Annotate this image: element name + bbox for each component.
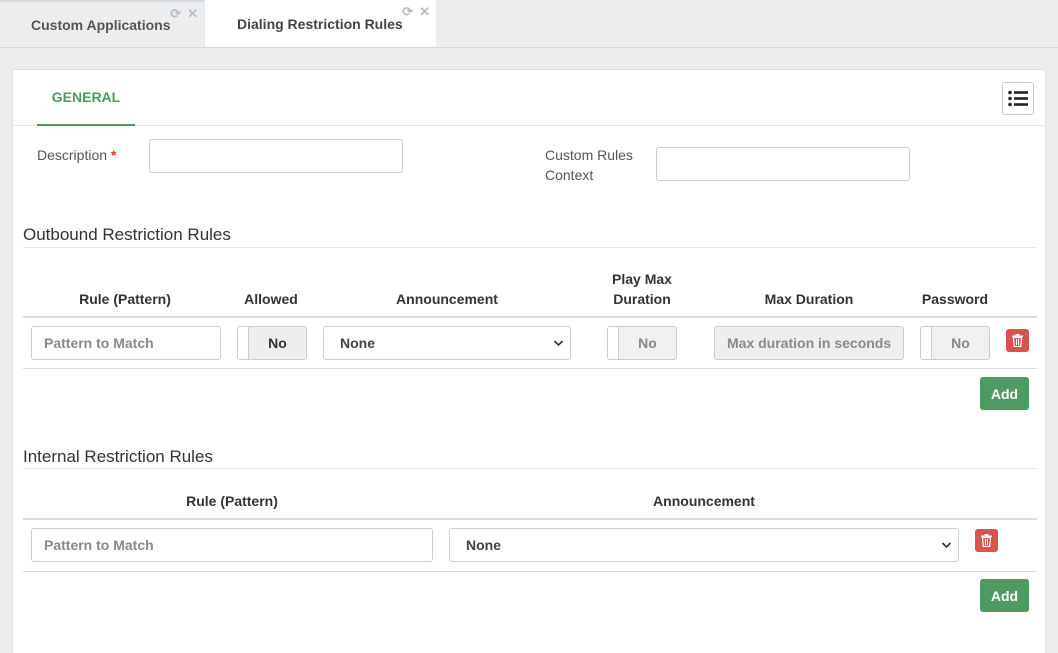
- toggle-knob: [238, 327, 249, 359]
- tab-bar: Custom Applications ⟳ ✕ Dialing Restrict…: [0, 0, 1058, 48]
- outbound-max-duration-input[interactable]: Max duration in seconds: [714, 326, 904, 360]
- custom-rules-context-input[interactable]: [656, 147, 910, 181]
- outbound-delete-button[interactable]: [1006, 329, 1029, 352]
- trash-icon: [1012, 334, 1023, 347]
- tab-icons: ⟳ ✕: [170, 7, 198, 21]
- outbound-header-max-duration: Max Duration: [764, 291, 854, 307]
- refresh-icon[interactable]: ⟳: [170, 7, 181, 21]
- outbound-pattern-input[interactable]: Pattern to Match: [31, 326, 221, 360]
- close-icon[interactable]: ✕: [419, 5, 430, 19]
- internal-header-rule: Rule (Pattern): [186, 493, 278, 509]
- internal-section-title: Internal Restriction Rules: [23, 447, 213, 466]
- main-panel: GENERAL Description * Custom Rules Conte…: [12, 69, 1046, 653]
- outbound-play-max-toggle[interactable]: No: [607, 326, 677, 360]
- refresh-icon[interactable]: ⟳: [402, 5, 413, 19]
- custom-rules-context-label: Custom Rules Context: [545, 147, 633, 183]
- outbound-header-allowed: Allowed: [244, 291, 298, 307]
- outbound-allowed-toggle[interactable]: No: [237, 326, 307, 360]
- toggle-knob: [921, 327, 932, 359]
- list-view-button[interactable]: [1002, 82, 1034, 115]
- toggle-knob: [608, 327, 619, 359]
- internal-announcement-select[interactable]: None: [449, 528, 959, 562]
- list-icon: [1008, 90, 1028, 107]
- internal-delete-button[interactable]: [975, 529, 998, 552]
- outbound-password-toggle[interactable]: No: [920, 326, 990, 360]
- tab-icons: ⟳ ✕: [402, 5, 430, 19]
- trash-icon: [981, 534, 992, 547]
- internal-header-divider: [23, 518, 1037, 520]
- internal-pattern-input[interactable]: Pattern to Match: [31, 528, 433, 562]
- tab-dialing-restriction-rules[interactable]: Dialing Restriction Rules ⟳ ✕: [205, 0, 436, 47]
- tab-label: Dialing Restriction Rules: [237, 15, 403, 32]
- divider: [23, 468, 1037, 469]
- panel-tab-strip: GENERAL: [13, 70, 1045, 126]
- outbound-row-divider: [23, 368, 1037, 369]
- internal-row-divider: [23, 571, 1037, 572]
- outbound-add-button[interactable]: Add: [980, 377, 1029, 410]
- divider: [23, 247, 1037, 248]
- internal-add-button[interactable]: Add: [980, 579, 1029, 612]
- tab-custom-applications[interactable]: Custom Applications ⟳ ✕: [0, 0, 204, 48]
- outbound-header-play-max-duration: Play Max Duration: [612, 271, 672, 307]
- outbound-header-announcement: Announcement: [396, 291, 498, 307]
- close-icon[interactable]: ✕: [187, 7, 198, 21]
- tab-general[interactable]: GENERAL: [37, 70, 135, 126]
- description-label: Description *: [37, 147, 117, 163]
- outbound-header-divider: [23, 316, 1037, 318]
- outbound-announcement-select[interactable]: None: [323, 326, 571, 360]
- chevron-down-icon: [553, 336, 564, 353]
- outbound-header-rule: Rule (Pattern): [79, 291, 171, 307]
- description-input[interactable]: [149, 139, 403, 173]
- tab-label: Custom Applications: [31, 17, 171, 33]
- outbound-section-title: Outbound Restriction Rules: [23, 225, 231, 244]
- required-marker: *: [110, 147, 117, 163]
- outbound-header-password: Password: [921, 291, 989, 307]
- chevron-down-icon: [941, 538, 952, 555]
- internal-header-announcement: Announcement: [653, 493, 755, 509]
